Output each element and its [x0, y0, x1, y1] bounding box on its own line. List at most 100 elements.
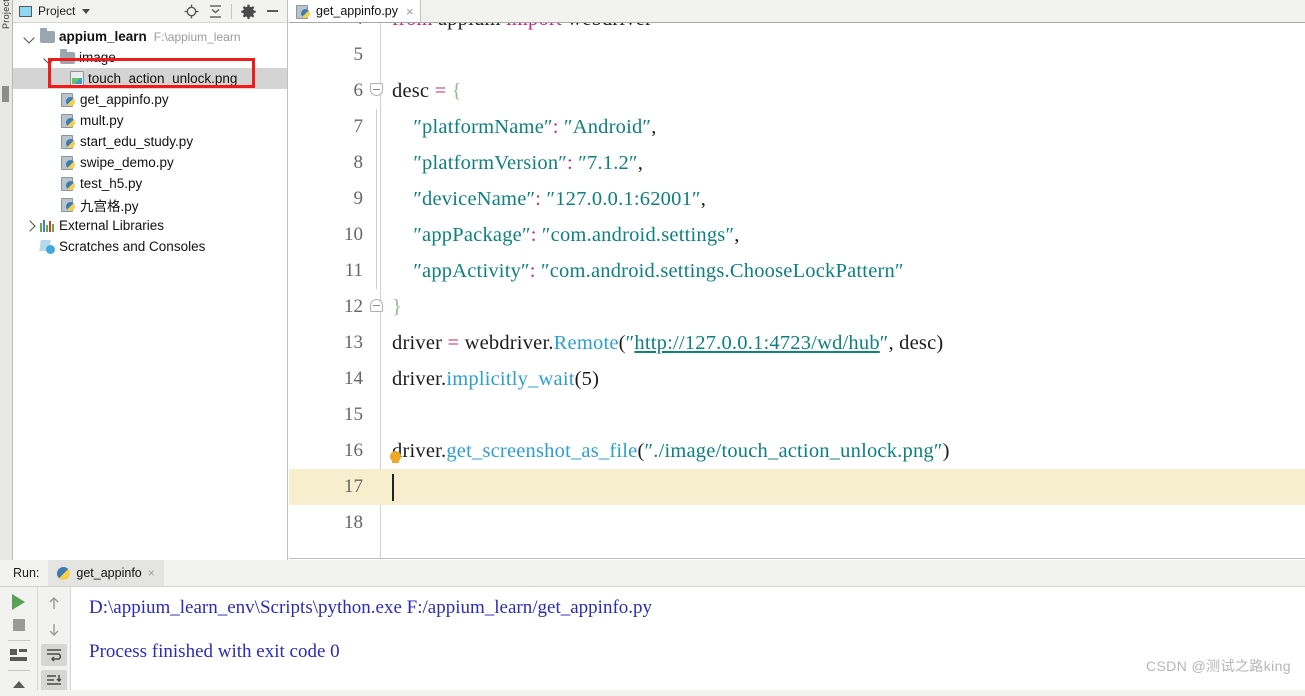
line-number: 11: [344, 260, 363, 281]
close-icon[interactable]: ×: [148, 566, 155, 580]
line-number: 14: [344, 368, 363, 389]
fold-area: [370, 109, 384, 145]
tree-item-label: External Libraries: [59, 218, 165, 233]
collapse-all-icon[interactable]: [204, 1, 226, 22]
code-line-5[interactable]: 5: [289, 37, 1305, 73]
tree-item-test_h5-py[interactable]: test_h5.py: [13, 173, 287, 194]
close-icon[interactable]: ×: [406, 5, 414, 18]
code-text: driver.get_screenshot_as_file(″./image/t…: [392, 439, 950, 462]
locate-icon[interactable]: [180, 1, 202, 22]
minimize-icon[interactable]: [261, 1, 283, 22]
tree-item-mult-py[interactable]: mult.py: [13, 110, 287, 131]
code-line-15[interactable]: 15: [289, 397, 1305, 433]
line-number: 16: [344, 440, 363, 461]
tree-item-appium_learn[interactable]: appium_learn F:\appium_learn: [13, 26, 287, 47]
chevron-expanded-icon[interactable]: [43, 51, 56, 64]
chevron-down-icon[interactable]: [82, 8, 91, 14]
tree-item-touch_action_unlock-png[interactable]: touch_action_unlock.png: [13, 68, 287, 89]
layout-icon[interactable]: [6, 646, 32, 666]
left-tool-strip: Project: [0, 0, 13, 560]
fold-collapse-icon[interactable]: [370, 83, 383, 96]
tree-item-label: 九宫格.py: [80, 198, 139, 214]
code-text: ″platformVersion″: ″7.1.2″,: [413, 151, 644, 174]
gear-icon[interactable]: [237, 1, 259, 22]
code-lines: 4 from appium import webdriver 5 6 desc …: [289, 23, 1305, 541]
code-line-14[interactable]: 14 driver.implicitly_wait(5): [289, 361, 1305, 397]
scroll-up-icon[interactable]: [41, 592, 67, 614]
editor-tabbar: get_appinfo.py ×: [289, 0, 1305, 23]
strip-marker: [2, 86, 9, 102]
tree-item-image[interactable]: image: [13, 47, 287, 68]
tree-item-label: start_edu_study.py: [80, 134, 194, 149]
scroll-down-icon[interactable]: [41, 618, 67, 640]
tree-item-start_edu_study-py[interactable]: start_edu_study.py: [13, 131, 287, 152]
fold-area: [370, 37, 384, 73]
code-text: driver.implicitly_wait(5): [392, 367, 600, 390]
fold-area[interactable]: [370, 289, 384, 325]
toolbar-divider: [7, 670, 30, 672]
fold-expand-icon[interactable]: [370, 299, 383, 312]
tree-item-label: Scratches and Consoles: [59, 239, 206, 254]
tree-item-label: touch_action_unlock.png: [88, 71, 238, 86]
code-text: desc = {: [392, 79, 462, 102]
fold-area: [370, 181, 384, 217]
code-line-11[interactable]: 11 ″appActivity″: ″com.android.settings.…: [289, 253, 1305, 289]
code-line-6[interactable]: 6 desc = {: [289, 73, 1305, 109]
project-window-icon: [19, 5, 32, 17]
python-file-icon: [61, 92, 76, 107]
code-line-13[interactable]: 13 driver = webdriver.Remote(″http://127…: [289, 325, 1305, 361]
code-line-7[interactable]: 7 ″platformName″: ″Android″,: [289, 109, 1305, 145]
code-line-16[interactable]: 16 driver.get_screenshot_as_file(″./imag…: [289, 433, 1305, 469]
vertical-tab-project[interactable]: Project: [0, 0, 13, 29]
run-icon[interactable]: [6, 592, 32, 612]
intention-bulb-icon[interactable]: [389, 451, 402, 464]
tree-item-scratches-and-consoles[interactable]: Scratches and Consoles: [13, 236, 287, 257]
tree-item-label: swipe_demo.py: [80, 155, 174, 170]
chevron-collapsed-icon[interactable]: [23, 219, 36, 232]
line-number: 7: [353, 116, 364, 137]
code-line-18[interactable]: 18: [289, 505, 1305, 541]
folder-icon: [40, 27, 55, 43]
line-number: 6: [353, 80, 364, 101]
fold-area: [370, 433, 384, 469]
libraries-icon: [40, 219, 55, 232]
toolbar-divider: [7, 639, 30, 641]
line-number: 18: [344, 512, 363, 533]
scratches-icon: [40, 240, 55, 254]
run-panel: Run: get_appinfo × D:\appium_learn_env\S…: [0, 560, 1305, 696]
code-line-12[interactable]: 12 }: [289, 289, 1305, 325]
console-output[interactable]: D:\appium_learn_env\Scripts\python.exe F…: [71, 587, 1305, 696]
project-tree: appium_learn F:\appium_learn image touch…: [13, 23, 287, 257]
line-number: 17: [344, 476, 363, 497]
code-editor[interactable]: 4 from appium import webdriver 5 6 desc …: [289, 23, 1305, 559]
tree-item-jiugongge-py[interactable]: 九宫格.py: [13, 194, 287, 215]
tree-item-get_appinfo-py[interactable]: get_appinfo.py: [13, 89, 287, 110]
code-line-17[interactable]: 17: [289, 469, 1305, 505]
scroll-to-end-icon[interactable]: [41, 670, 67, 692]
code-text: ″platformName″: ″Android″,: [413, 115, 657, 138]
run-toolbar-secondary: [38, 587, 71, 696]
tree-item-label: image: [79, 50, 116, 65]
run-tab-get_appinfo[interactable]: get_appinfo ×: [48, 560, 164, 586]
code-line-10[interactable]: 10 ″appPackage″: ″com.android.settings″,: [289, 217, 1305, 253]
line-number: 15: [344, 404, 363, 425]
chevron-expanded-icon[interactable]: [23, 30, 36, 43]
tree-item-label: test_h5.py: [80, 176, 143, 191]
fold-area: [370, 469, 384, 505]
tree-item-label: mult.py: [80, 113, 124, 128]
editor-tab-get_appinfo-py[interactable]: get_appinfo.py ×: [289, 0, 421, 22]
fold-area[interactable]: [370, 73, 384, 109]
image-file-icon: [70, 71, 84, 86]
python-file-icon: [61, 134, 76, 149]
stop-icon[interactable]: [6, 615, 32, 635]
editor-tabbar-filler: [420, 0, 1305, 22]
soft-wrap-icon[interactable]: [41, 644, 67, 666]
tree-item-external-libraries[interactable]: External Libraries: [13, 215, 287, 236]
code-text: ″deviceName″: ″127.0.0.1:62001″,: [413, 187, 707, 210]
code-line-4[interactable]: 4 from appium import webdriver: [289, 23, 1305, 37]
code-line-9[interactable]: 9 ″deviceName″: ″127.0.0.1:62001″,: [289, 181, 1305, 217]
tree-item-swipe_demo-py[interactable]: swipe_demo.py: [13, 152, 287, 173]
code-line-8[interactable]: 8 ″platformVersion″: ″7.1.2″,: [289, 145, 1305, 181]
run-tabbar: Run: get_appinfo ×: [0, 560, 1305, 587]
